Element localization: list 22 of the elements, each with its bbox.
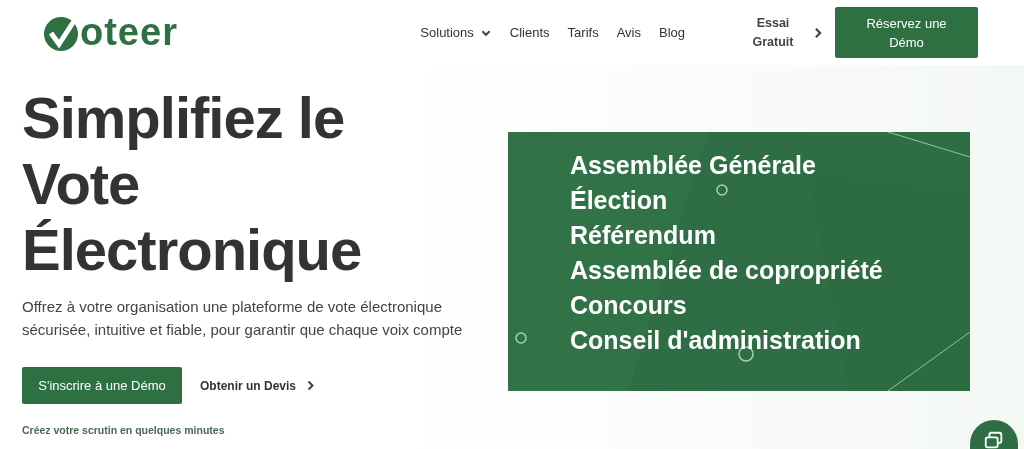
hero-title: Simplifiez le [22, 85, 346, 151]
logo[interactable]: oteer [42, 11, 178, 54]
vote-type: Assemblée Générale [570, 150, 817, 181]
hero-note: Créez votre scrutin en quelques minutes [22, 424, 226, 436]
demo-signup-button[interactable]: S'inscrire à une Démo [22, 367, 182, 404]
nav-link[interactable]: Solutions [420, 25, 492, 40]
nav-link[interactable]: Blog [658, 25, 685, 40]
vote-type: Concours [570, 290, 688, 321]
vote-type: Référendum [570, 220, 717, 251]
quote-link[interactable]: Obtenir un Devis [200, 378, 318, 393]
vote-type: Élection [570, 185, 669, 216]
chat-icon [983, 430, 1005, 449]
hero-description: Offrez à votre organisation une plateforme de vote électronique sécurisée, intuitive et fiable, pour garantir que chaque voix compte [22, 297, 464, 340]
nav-link[interactable]: Tarifs [567, 25, 599, 40]
nav-link[interactable]: Clients [509, 25, 550, 40]
hero-title: Électronique [22, 217, 363, 283]
vote-type: Conseil d'administration [570, 325, 862, 356]
demo-button[interactable]: Réservez une Démo [835, 7, 978, 58]
nav-link[interactable]: Avis [616, 25, 641, 40]
trial-link[interactable]: Essai Gratuit [743, 13, 803, 52]
hero-title: Vote [22, 151, 141, 217]
vote-type: Assemblée de copropriété [570, 255, 884, 286]
